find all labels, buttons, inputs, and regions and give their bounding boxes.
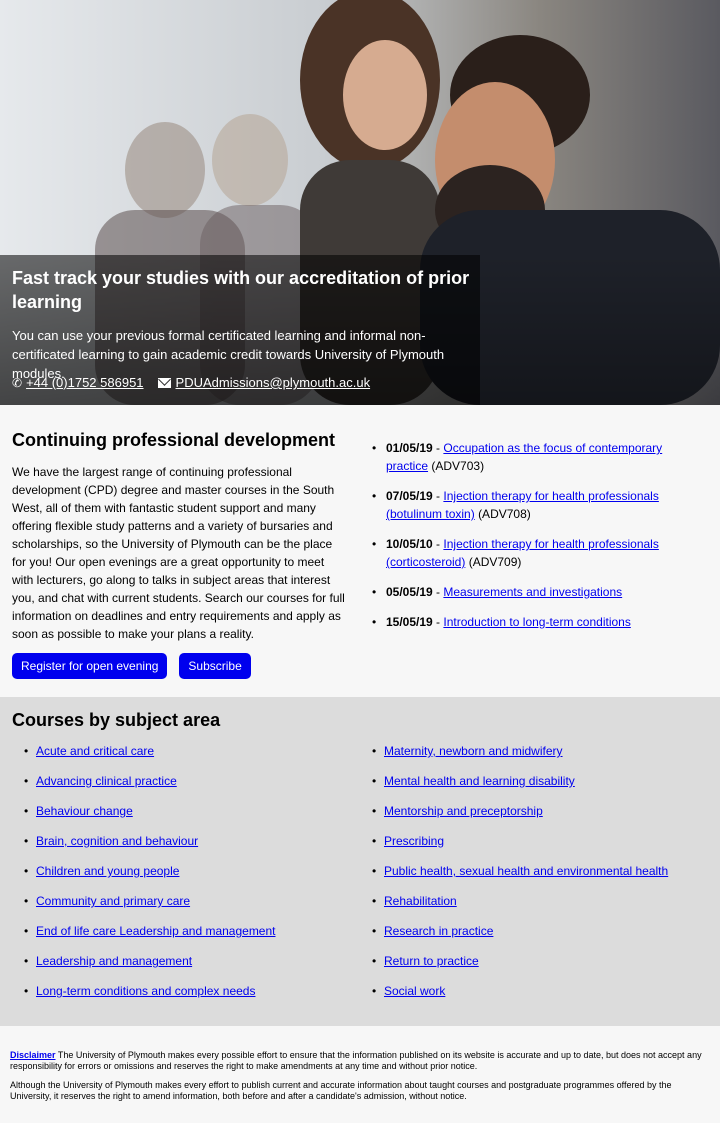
cpd-intro: Continuing professional development We h… — [12, 405, 347, 697]
course-list-right: Maternity, newborn and midwifery Mental … — [360, 743, 708, 1013]
cpd-events: 01/05/19 - Occupation as the focus of co… — [372, 405, 672, 697]
cpd-body: We have the largest range of continuing … — [12, 465, 345, 641]
footer: Disclaimer The University of Plymouth ma… — [0, 1026, 720, 1123]
course-item: Brain, cognition and behaviour — [12, 833, 360, 863]
course-link[interactable]: Community and primary care — [36, 894, 190, 908]
footer-note: Although the University of Plymouth make… — [10, 1080, 672, 1101]
event-date: 07/05/19 — [386, 489, 433, 503]
event-date: 05/05/19 — [386, 585, 433, 599]
hero-banner: Fast track your studies with our accredi… — [0, 0, 720, 405]
course-item: Rehabilitation — [360, 893, 708, 923]
cpd-section: Continuing professional development We h… — [0, 405, 720, 697]
course-link[interactable]: Rehabilitation — [384, 894, 457, 908]
hero-title: Fast track your studies with our accredi… — [12, 268, 470, 312]
course-item: Long-term conditions and complex needs — [12, 983, 360, 1013]
course-item: Maternity, newborn and midwifery — [360, 743, 708, 773]
course-link[interactable]: Advancing clinical practice — [36, 774, 177, 788]
course-item: Leadership and management — [12, 953, 360, 983]
course-columns: Acute and critical care Advancing clinic… — [12, 743, 708, 1013]
course-item: Acute and critical care — [12, 743, 360, 773]
course-item: Public health, sexual health and environ… — [360, 863, 708, 893]
course-link[interactable]: Social work — [384, 984, 445, 998]
event-item: 10/05/10 - Injection therapy for health … — [372, 535, 672, 571]
course-link[interactable]: End of life care Leadership and manageme… — [36, 924, 276, 938]
disclaimer-paragraph: Disclaimer The University of Plymouth ma… — [10, 1050, 710, 1072]
course-item: Children and young people — [12, 863, 360, 893]
event-link[interactable]: Measurements and investigations — [443, 585, 622, 599]
subscribe-button[interactable]: Subscribe — [179, 653, 251, 679]
course-link[interactable]: Long-term conditions and complex needs — [36, 984, 255, 998]
event-code: (ADV709) — [468, 555, 522, 569]
phone-link[interactable]: +44 (0)1752 586951 — [26, 375, 143, 390]
course-link[interactable]: Mental health and learning disability — [384, 774, 575, 788]
course-link[interactable]: Acute and critical care — [36, 744, 154, 758]
course-link[interactable]: Mentorship and preceptorship — [384, 804, 543, 818]
register-open-evening-button[interactable]: Register for open evening — [12, 653, 168, 679]
event-date: 10/05/10 — [386, 537, 433, 551]
event-list: 01/05/19 - Occupation as the focus of co… — [372, 439, 672, 631]
event-item: 01/05/19 - Occupation as the focus of co… — [372, 439, 672, 475]
course-link[interactable]: Children and young people — [36, 864, 179, 878]
event-date: 01/05/19 — [386, 441, 433, 455]
course-item: Advancing clinical practice — [12, 773, 360, 803]
course-link[interactable]: Return to practice — [384, 954, 479, 968]
event-item: 07/05/19 - Injection therapy for health … — [372, 487, 672, 523]
phone-icon: ✆ — [12, 376, 23, 390]
cpd-buttons: Register for open evening Subscribe — [12, 653, 347, 679]
hero-contacts: ✆ +44 (0)1752 586951 PDUAdmissions@plymou… — [12, 375, 370, 390]
cpd-title: Continuing professional development — [12, 430, 336, 450]
courses-section: Courses by subject area Acute and critic… — [0, 697, 720, 1026]
courses-title: Courses by subject area — [12, 710, 221, 730]
event-item: 05/05/19 - Measurements and investigatio… — [372, 583, 672, 601]
course-link[interactable]: Maternity, newborn and midwifery — [384, 744, 563, 758]
event-date: 15/05/19 — [386, 615, 433, 629]
email-contact: PDUAdmissions@plymouth.ac.uk — [157, 375, 371, 390]
disclaimer-text: The University of Plymouth makes every p… — [10, 1050, 702, 1071]
course-item: Mental health and learning disability — [360, 773, 708, 803]
course-item: Mentorship and preceptorship — [360, 803, 708, 833]
mail-icon — [157, 378, 171, 388]
course-item: Prescribing — [360, 833, 708, 863]
event-code: (ADV708) — [478, 507, 531, 521]
course-link[interactable]: Brain, cognition and behaviour — [36, 834, 198, 848]
course-item: Social work — [360, 983, 708, 1013]
disclaimer-link[interactable]: Disclaimer — [10, 1050, 56, 1060]
course-link[interactable]: Research in practice — [384, 924, 493, 938]
course-item: Research in practice — [360, 923, 708, 953]
course-item: Behaviour change — [12, 803, 360, 833]
event-code: (ADV703) — [431, 459, 485, 473]
email-link[interactable]: PDUAdmissions@plymouth.ac.uk — [176, 375, 371, 390]
course-link[interactable]: Leadership and management — [36, 954, 192, 968]
course-link[interactable]: Prescribing — [384, 834, 444, 848]
course-link[interactable]: Behaviour change — [36, 804, 133, 818]
course-item: End of life care Leadership and manageme… — [12, 923, 360, 953]
event-item: 15/05/19 - Introduction to long-term con… — [372, 613, 672, 631]
hero-text-block: Fast track your studies with our accredi… — [12, 266, 472, 383]
course-item: Community and primary care — [12, 893, 360, 923]
event-link[interactable]: Introduction to long-term conditions — [443, 615, 630, 629]
course-list-left: Acute and critical care Advancing clinic… — [12, 743, 360, 1013]
course-item: Return to practice — [360, 953, 708, 983]
course-link[interactable]: Public health, sexual health and environ… — [384, 864, 668, 878]
phone-contact: ✆ +44 (0)1752 586951 — [12, 375, 144, 390]
